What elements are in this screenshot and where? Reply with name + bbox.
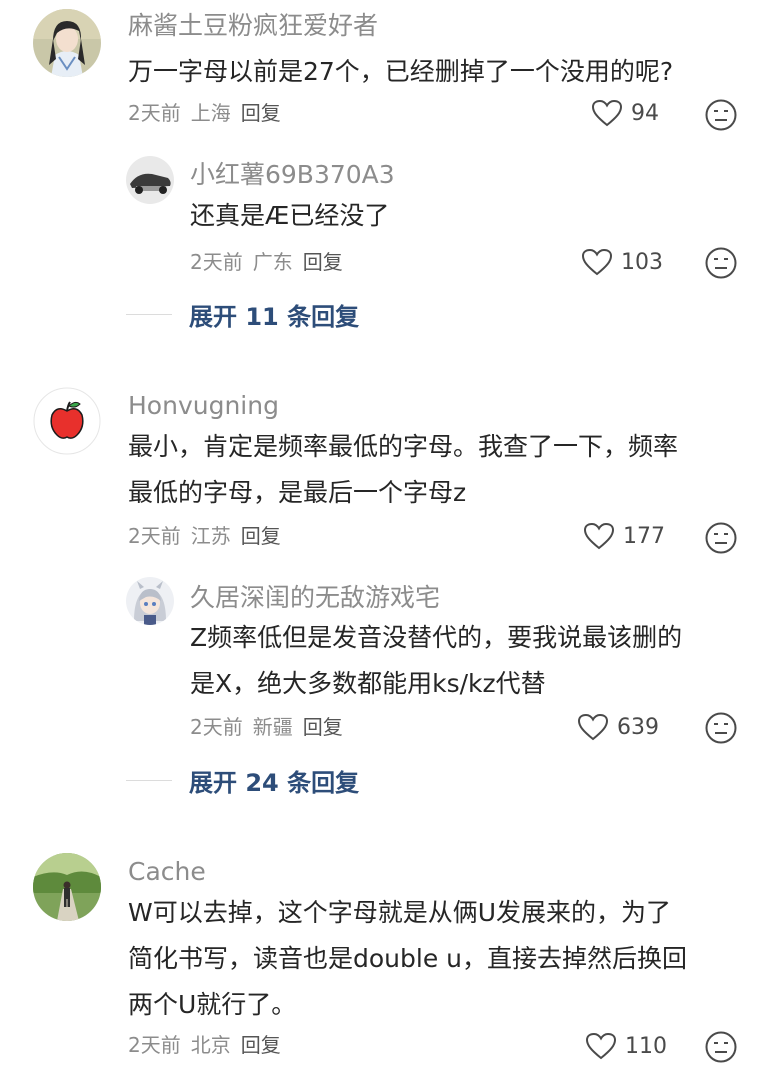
- username[interactable]: 麻酱土豆粉疯狂爱好者: [128, 11, 378, 41]
- reply-button[interactable]: 回复: [241, 524, 281, 548]
- comment-text-line: W可以去掉，这个字母就是从俩U发展来的，为了: [128, 898, 672, 927]
- heart-icon: [577, 713, 609, 741]
- neutral-face-icon[interactable]: [704, 711, 738, 745]
- comment-text-line: 是X，绝大多数都能用ks/kz代替: [190, 669, 546, 698]
- like-button[interactable]: 639: [577, 713, 659, 741]
- like-count: 177: [623, 523, 665, 549]
- location: 新疆: [252, 715, 293, 739]
- comment-text-line: 最小，肯定是频率最低的字母。我查了一下，频率: [128, 432, 679, 461]
- timestamp: 2天前: [190, 715, 243, 739]
- divider: [126, 780, 172, 781]
- username[interactable]: Cache: [128, 857, 206, 887]
- location: 江苏: [190, 524, 231, 548]
- comment-text-line: 两个U就行了。: [128, 990, 297, 1019]
- comment-text: 万一字母以前是27个，已经删掉了一个没用的呢?: [128, 57, 674, 86]
- neutral-face-icon[interactable]: [704, 98, 738, 132]
- avatar[interactable]: [126, 577, 174, 625]
- timestamp: 2天前: [190, 250, 243, 274]
- expand-replies-button[interactable]: 展开 11 条回复: [126, 297, 359, 332]
- heart-icon: [583, 522, 615, 550]
- divider: [126, 314, 172, 315]
- reply-button[interactable]: 回复: [241, 101, 281, 125]
- heart-icon: [585, 1032, 617, 1060]
- comment-text-line: 简化书写，读音也是double u，直接去掉然后换回: [128, 944, 687, 973]
- like-button[interactable]: 103: [581, 248, 663, 276]
- expand-replies-button[interactable]: 展开 24 条回复: [126, 763, 359, 798]
- avatar[interactable]: [33, 387, 101, 455]
- comment-meta: 2天前 广东 回复: [190, 249, 353, 275]
- like-button[interactable]: 110: [585, 1032, 667, 1060]
- avatar[interactable]: [33, 853, 101, 921]
- location: 广东: [252, 250, 293, 274]
- neutral-face-icon[interactable]: [704, 1030, 738, 1064]
- heart-icon: [591, 99, 623, 127]
- comment-meta: 2天前 江苏 回复: [128, 523, 291, 549]
- timestamp: 2天前: [128, 101, 181, 125]
- timestamp: 2天前: [128, 1033, 181, 1057]
- location: 北京: [190, 1033, 231, 1057]
- like-count: 103: [621, 249, 663, 275]
- comment-text: 还真是Æ已经没了: [190, 201, 390, 230]
- comment-meta: 2天前 北京 回复: [128, 1032, 291, 1058]
- neutral-face-icon[interactable]: [704, 246, 738, 280]
- expand-replies-label: 展开 11 条回复: [189, 303, 360, 331]
- heart-icon: [581, 248, 613, 276]
- reply-button[interactable]: 回复: [303, 715, 343, 739]
- reply-button[interactable]: 回复: [303, 250, 343, 274]
- like-count: 639: [617, 714, 659, 740]
- like-count: 110: [625, 1033, 667, 1059]
- comment-text-line: 最低的字母，是最后一个字母z: [128, 478, 467, 507]
- like-button[interactable]: 94: [591, 99, 659, 127]
- username[interactable]: Honvugning: [128, 391, 279, 421]
- comment-text-line: Z频率低但是发音没替代的，要我说最该删的: [190, 623, 683, 652]
- timestamp: 2天前: [128, 524, 181, 548]
- neutral-face-icon[interactable]: [704, 521, 738, 555]
- reply-button[interactable]: 回复: [241, 1033, 281, 1057]
- username[interactable]: 小红薯69B370A3: [190, 160, 395, 190]
- expand-replies-label: 展开 24 条回复: [189, 769, 360, 797]
- comment-meta: 2天前 新疆 回复: [190, 714, 353, 740]
- avatar[interactable]: [126, 156, 174, 204]
- avatar[interactable]: [33, 9, 101, 77]
- comment-meta: 2天前 上海 回复: [128, 100, 291, 126]
- like-count: 94: [631, 100, 659, 126]
- username[interactable]: 久居深闺的无敌游戏宅: [190, 583, 440, 613]
- like-button[interactable]: 177: [583, 522, 665, 550]
- location: 上海: [190, 101, 231, 125]
